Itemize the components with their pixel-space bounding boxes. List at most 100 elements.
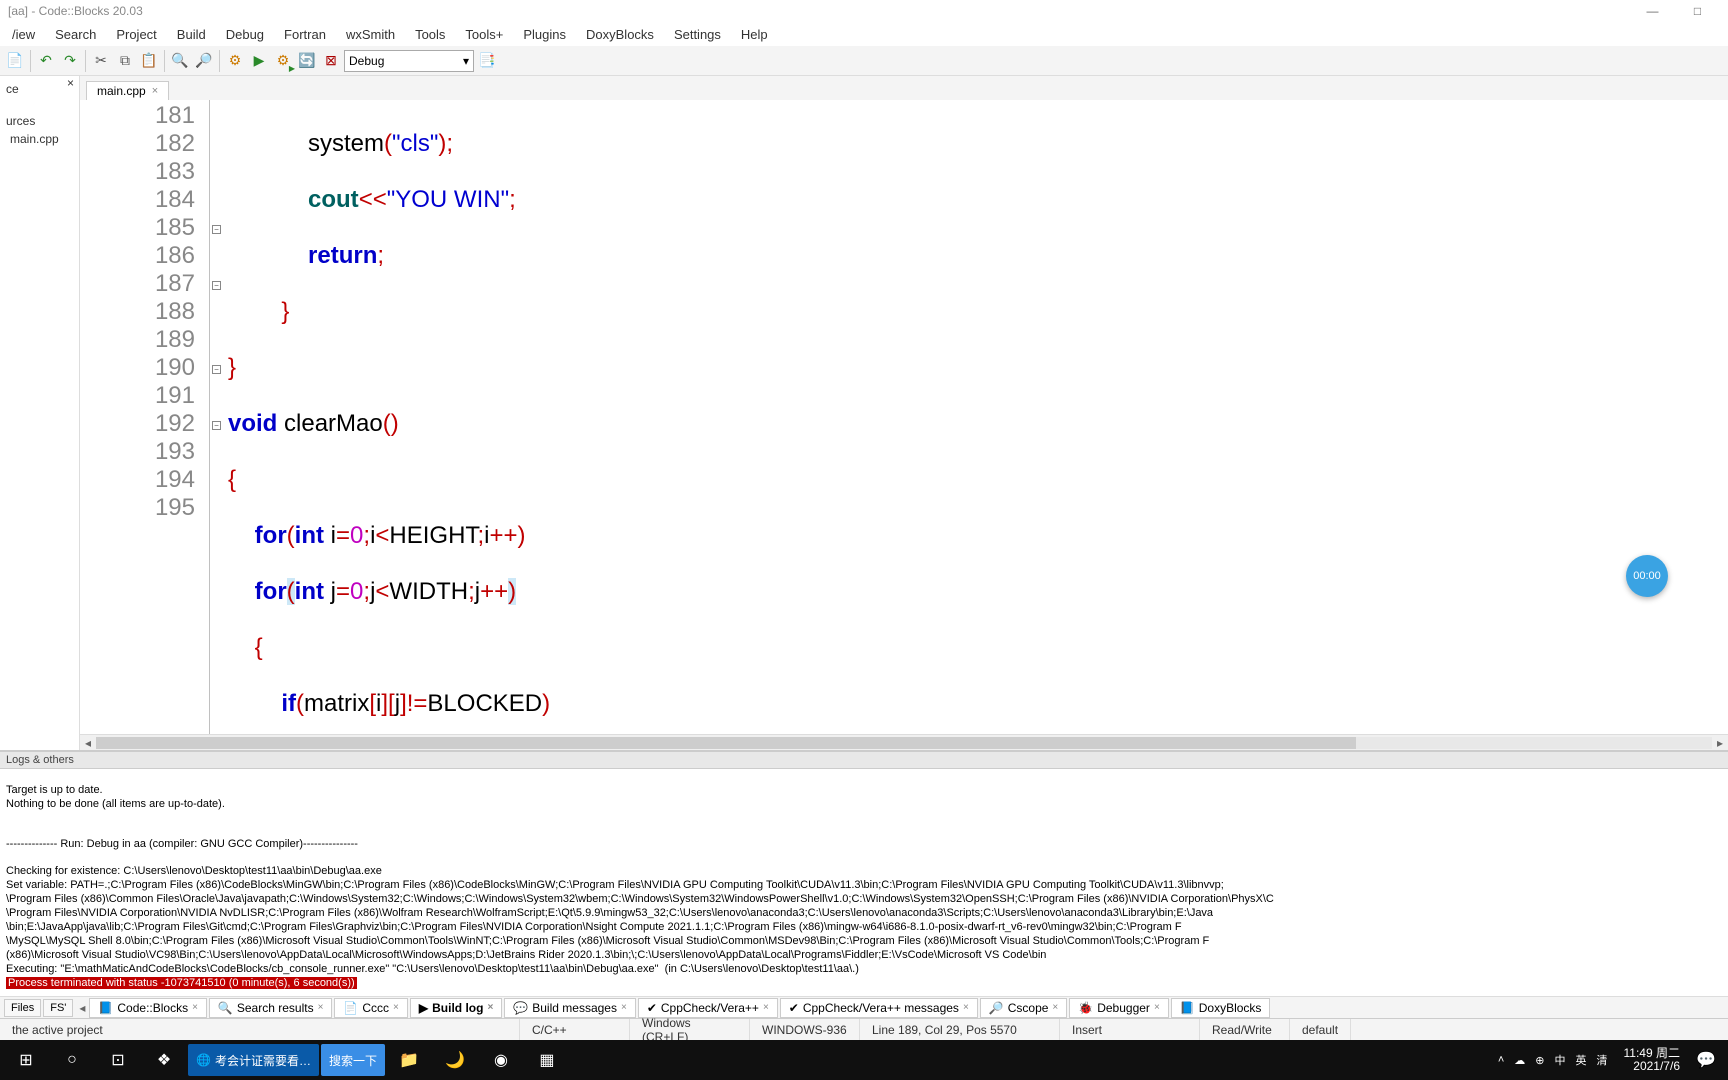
status-encoding: WINDOWS-936 bbox=[750, 1019, 860, 1040]
scroll-left-icon[interactable]: ◂ bbox=[80, 736, 96, 750]
tab-main-cpp[interactable]: main.cpp × bbox=[86, 81, 169, 100]
run-icon[interactable]: ▶ bbox=[248, 50, 270, 72]
ime-icon[interactable]: 中 bbox=[1555, 1052, 1566, 1068]
close-icon[interactable]: × bbox=[393, 1002, 399, 1013]
code-editor[interactable]: 1811821831841851861871881891901911921931… bbox=[80, 100, 1728, 734]
build-run-icon[interactable]: ⚙▶ bbox=[272, 50, 294, 72]
notifications-icon[interactable]: 💬 bbox=[1688, 1040, 1724, 1080]
title-bar: [aa] - Code::Blocks 20.03 — □ bbox=[0, 0, 1728, 22]
cut-icon[interactable]: ✂ bbox=[90, 50, 112, 72]
sidebar-item-main[interactable]: main.cpp bbox=[2, 130, 77, 148]
side-tab-files[interactable]: Files bbox=[4, 999, 41, 1017]
replace-icon[interactable]: 🔎 bbox=[193, 50, 215, 72]
ie-taskbar-item[interactable]: 🌐考会计证需要看… bbox=[188, 1044, 319, 1076]
menu-plugins[interactable]: Plugins bbox=[515, 25, 574, 44]
menu-debug[interactable]: Debug bbox=[218, 25, 272, 44]
close-icon[interactable]: × bbox=[318, 1002, 324, 1013]
status-language: C/C++ bbox=[520, 1019, 630, 1040]
build-log-body[interactable]: Target is up to date. Nothing to be done… bbox=[0, 769, 1728, 996]
scroll-thumb[interactable] bbox=[96, 737, 1356, 749]
copy-icon[interactable]: ⧉ bbox=[114, 50, 136, 72]
line-gutter: 1811821831841851861871881891901911921931… bbox=[80, 100, 210, 734]
logtab-cppcheck[interactable]: ✔CppCheck/Vera++× bbox=[638, 998, 778, 1018]
redo-icon[interactable]: ↷ bbox=[59, 50, 81, 72]
horizontal-scrollbar[interactable]: ◂ ▸ bbox=[80, 734, 1728, 750]
build-icon[interactable]: ⚙ bbox=[224, 50, 246, 72]
search-icon[interactable]: ○ bbox=[50, 1040, 94, 1080]
ime-icon[interactable]: 英 bbox=[1576, 1052, 1587, 1068]
target-options-icon[interactable]: 📑 bbox=[476, 50, 498, 72]
code-text[interactable]: system("cls"); cout<<"YOU WIN"; return; … bbox=[224, 100, 1728, 734]
ime-icon[interactable]: 清 bbox=[1597, 1052, 1608, 1068]
logtab-debugger[interactable]: 🐞Debugger× bbox=[1069, 998, 1169, 1018]
menu-toolsplus[interactable]: Tools+ bbox=[457, 25, 511, 44]
logtab-search[interactable]: 🔍Search results× bbox=[209, 998, 333, 1018]
menu-view[interactable]: /iew bbox=[4, 25, 43, 44]
app-icon[interactable]: 🌙 bbox=[433, 1040, 477, 1080]
logtab-build-log[interactable]: ▶Build log× bbox=[410, 998, 502, 1018]
close-panel-icon[interactable]: × bbox=[64, 76, 77, 90]
menu-build[interactable]: Build bbox=[169, 25, 214, 44]
logs-header: Logs & others bbox=[0, 752, 1728, 769]
logtab-doxyblocks[interactable]: 📘DoxyBlocks bbox=[1171, 998, 1271, 1018]
status-message: the active project bbox=[0, 1019, 520, 1040]
fold-minus-icon[interactable]: − bbox=[212, 225, 221, 234]
log-tabs-bar: Files FS' ◂ 📘Code::Blocks× 🔍Search resul… bbox=[0, 996, 1728, 1018]
logtab-codeblocks[interactable]: 📘Code::Blocks× bbox=[89, 998, 207, 1018]
logtab-build-messages[interactable]: 💬Build messages× bbox=[504, 998, 636, 1018]
tray-icon[interactable]: ⊕ bbox=[1535, 1054, 1544, 1067]
close-icon[interactable]: × bbox=[192, 1002, 198, 1013]
fold-minus-icon[interactable]: − bbox=[212, 365, 221, 374]
menu-project[interactable]: Project bbox=[108, 25, 164, 44]
scroll-right-icon[interactable]: ▸ bbox=[1712, 736, 1728, 750]
logtab-cccc[interactable]: 📄Cccc× bbox=[334, 998, 407, 1018]
onedrive-icon[interactable]: ☁ bbox=[1514, 1054, 1525, 1067]
menu-doxyblocks[interactable]: DoxyBlocks bbox=[578, 25, 662, 44]
close-icon[interactable]: × bbox=[963, 1002, 969, 1013]
close-icon[interactable]: × bbox=[1052, 1002, 1058, 1013]
search-box[interactable]: 搜索一下 bbox=[321, 1044, 385, 1076]
fold-minus-icon[interactable]: − bbox=[212, 281, 221, 290]
new-file-icon[interactable]: 📄 bbox=[4, 50, 26, 72]
start-button[interactable]: ⊞ bbox=[4, 1040, 48, 1080]
close-icon[interactable]: × bbox=[487, 1002, 493, 1013]
logs-panel: Logs & others Target is up to date. Noth… bbox=[0, 750, 1728, 1018]
close-icon[interactable]: × bbox=[763, 1002, 769, 1013]
rebuild-icon[interactable]: 🔄 bbox=[296, 50, 318, 72]
separator bbox=[219, 50, 220, 72]
window-title: [aa] - Code::Blocks 20.03 bbox=[8, 4, 143, 18]
maximize-button[interactable]: □ bbox=[1675, 1, 1720, 21]
menu-wxsmith[interactable]: wxSmith bbox=[338, 25, 403, 44]
side-tab-fs[interactable]: FS' bbox=[43, 999, 73, 1017]
task-view-icon[interactable]: ⊡ bbox=[96, 1040, 140, 1080]
menu-help[interactable]: Help bbox=[733, 25, 776, 44]
build-target-dropdown[interactable]: Debug▾ bbox=[344, 50, 474, 72]
tray-up-icon[interactable]: ˄ bbox=[1498, 1054, 1504, 1066]
minimize-button[interactable]: — bbox=[1630, 1, 1675, 21]
fold-minus-icon[interactable]: − bbox=[212, 421, 221, 430]
menu-tools[interactable]: Tools bbox=[407, 25, 453, 44]
abort-icon[interactable]: ⊠ bbox=[320, 50, 342, 72]
undo-icon[interactable]: ↶ bbox=[35, 50, 57, 72]
menu-search[interactable]: Search bbox=[47, 25, 104, 44]
project-sidebar: × ce urces main.cpp bbox=[0, 76, 80, 750]
sidebar-item[interactable]: urces bbox=[2, 112, 77, 130]
close-icon[interactable]: × bbox=[1154, 1002, 1160, 1013]
find-icon[interactable]: 🔍 bbox=[169, 50, 191, 72]
fold-column[interactable]: − − − − bbox=[210, 100, 224, 734]
app-icon[interactable]: ❖ bbox=[142, 1040, 186, 1080]
menu-settings[interactable]: Settings bbox=[666, 25, 729, 44]
logtab-cppcheck-msg[interactable]: ✔CppCheck/Vera++ messages× bbox=[780, 998, 978, 1018]
close-icon[interactable]: × bbox=[621, 1002, 627, 1013]
system-tray[interactable]: ˄ ☁ ⊕ 中 英 清 bbox=[1490, 1052, 1616, 1068]
timer-overlay[interactable]: 00:00 bbox=[1626, 555, 1668, 597]
codeblocks-icon[interactable]: ▦ bbox=[525, 1040, 569, 1080]
menu-fortran[interactable]: Fortran bbox=[276, 25, 334, 44]
taskbar-clock[interactable]: 11:49 周二 2021/7/6 bbox=[1618, 1047, 1686, 1073]
logtab-cscope[interactable]: 🔎Cscope× bbox=[980, 998, 1067, 1018]
close-tab-icon[interactable]: × bbox=[152, 85, 158, 97]
tab-prev-icon[interactable]: ◂ bbox=[75, 1001, 89, 1015]
paste-icon[interactable]: 📋 bbox=[138, 50, 160, 72]
explorer-icon[interactable]: 📁 bbox=[387, 1040, 431, 1080]
chrome-icon[interactable]: ◉ bbox=[479, 1040, 523, 1080]
